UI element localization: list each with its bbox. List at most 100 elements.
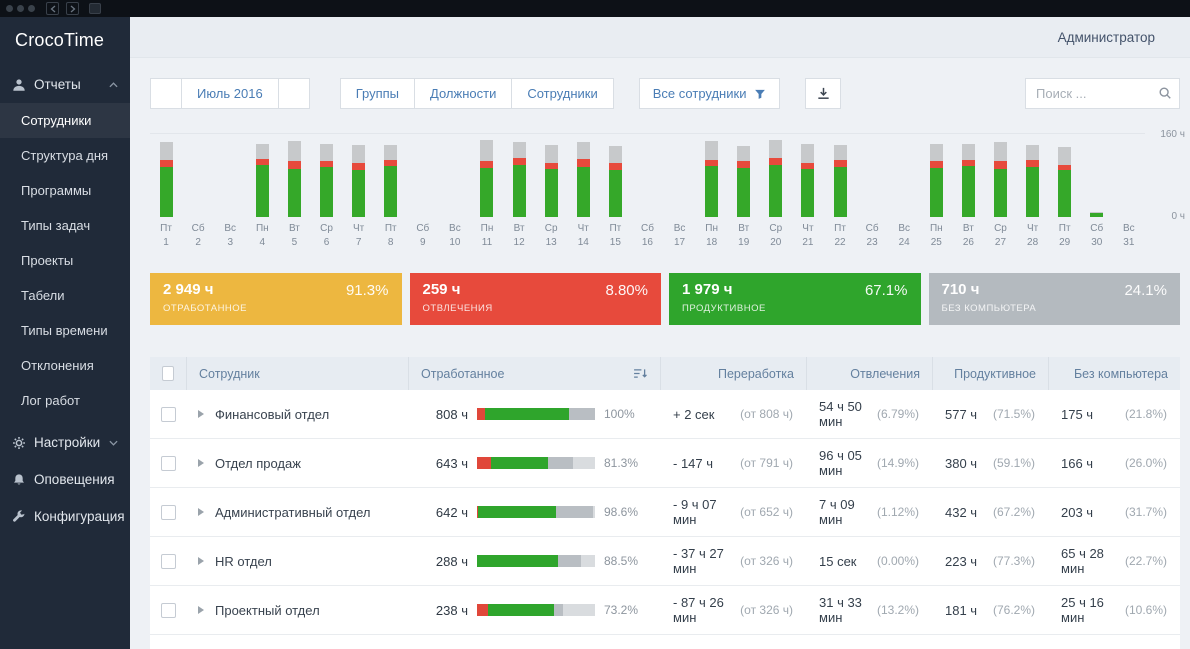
chart-day-column[interactable]: Вт 26 — [952, 133, 984, 249]
sidebar-item[interactable]: Структура дня — [0, 138, 130, 173]
sidebar-item[interactable]: Программы — [0, 173, 130, 208]
worked-cell: 238 ч 73.2% — [408, 603, 660, 618]
stacked-bar — [641, 133, 654, 217]
chart-day-column[interactable]: Вс 24 — [888, 133, 920, 249]
prev-month-button[interactable] — [150, 78, 182, 109]
summary-card[interactable]: 2 949 ч 91.3% ОТРАБОТАННОЕ — [150, 273, 402, 325]
chart-day-column[interactable]: Вт 19 — [728, 133, 760, 249]
sidebar-item[interactable]: Типы задач — [0, 208, 130, 243]
column-header-employee[interactable]: Сотрудник — [186, 357, 408, 390]
chart-day-column[interactable]: Пн 4 — [246, 133, 278, 249]
view-button[interactable]: Сотрудники — [512, 78, 614, 109]
summary-card[interactable]: 259 ч 8.80% ОТВЛЕЧЕНИЯ — [409, 273, 661, 325]
column-header-productive[interactable]: Продуктивное — [932, 357, 1048, 390]
column-label: Переработка — [717, 366, 794, 381]
sidebar-section-settings[interactable]: Настройки — [0, 424, 130, 461]
sidebar-section-reports[interactable]: Отчеты — [0, 66, 130, 103]
row-checkbox[interactable] — [160, 602, 176, 618]
chart-day-column[interactable]: Чт 7 — [343, 133, 375, 249]
chart-day-column[interactable]: Пт 8 — [375, 133, 407, 249]
chart-day-column[interactable]: Сб 30 — [1081, 133, 1113, 249]
row-checkbox[interactable] — [160, 504, 176, 520]
worked-hours: 642 ч — [435, 504, 468, 520]
chart-day-column[interactable]: Пн 18 — [696, 133, 728, 249]
chart-day-column[interactable]: Сб 23 — [856, 133, 888, 249]
table-row[interactable]: Проектный отдел 238 ч 73.2% - 87 ч 26 мин (о… — [150, 586, 1180, 635]
expand-icon[interactable] — [198, 410, 204, 418]
chart-day-column[interactable]: Ср 20 — [760, 133, 792, 249]
row-checkbox-cell — [150, 455, 186, 471]
sidebar-section-notifications[interactable]: Оповещения — [0, 461, 130, 498]
column-header-overtime[interactable]: Переработка — [660, 357, 806, 390]
sidebar-item[interactable]: Проекты — [0, 243, 130, 278]
table-row[interactable]: Отдел продаж 643 ч 81.3% - 147 ч (от 791 ч) 9… — [150, 439, 1180, 488]
employee-filter-dropdown[interactable]: Все сотрудники — [638, 78, 781, 109]
chart-day-column[interactable]: Вс 3 — [214, 133, 246, 249]
view-button[interactable]: Группы — [339, 78, 416, 109]
chart-day-column[interactable]: Чт 21 — [792, 133, 824, 249]
expand-icon[interactable] — [198, 459, 204, 467]
chart-day-column[interactable]: Пт 1 — [150, 133, 182, 249]
chart-day-column[interactable]: Пн 11 — [471, 133, 503, 249]
window-control-icon[interactable] — [6, 5, 13, 12]
row-checkbox[interactable] — [160, 406, 176, 422]
table-row[interactable]: Финансовый отдел 808 ч 100% + 2 сек (от 808 … — [150, 390, 1180, 439]
browser-tab[interactable] — [89, 3, 101, 14]
chart-day-column[interactable]: Пт 22 — [824, 133, 856, 249]
expand-icon[interactable] — [198, 508, 204, 516]
chart-day-column[interactable]: Чт 28 — [1017, 133, 1049, 249]
expand-icon[interactable] — [198, 606, 204, 614]
next-month-button[interactable] — [278, 78, 310, 109]
window-control-icon[interactable] — [28, 5, 35, 12]
chart-day-column[interactable]: Пт 29 — [1049, 133, 1081, 249]
stacked-bar — [833, 133, 847, 217]
chart-day-column[interactable]: Пт 15 — [599, 133, 631, 249]
view-button[interactable]: Должности — [415, 78, 513, 109]
table-row[interactable]: HR отдел 288 ч 88.5% - 37 ч 27 мин (от 326 ч… — [150, 537, 1180, 586]
summary-card[interactable]: 710 ч 24.1% БЕЗ КОМПЬЮТЕРА — [928, 273, 1180, 325]
user-menu[interactable]: Администратор — [1058, 30, 1170, 45]
chart-day-column[interactable]: Вс 10 — [439, 133, 471, 249]
chart-day-column[interactable]: Ср 27 — [984, 133, 1016, 249]
chart-day-column[interactable]: Сб 2 — [182, 133, 214, 249]
sidebar-item[interactable]: Табели — [0, 278, 130, 313]
stacked-bar — [898, 133, 911, 217]
sidebar-item[interactable]: Сотрудники — [0, 103, 130, 138]
expand-icon[interactable] — [198, 557, 204, 565]
chart-day-label: Пн 4 — [255, 223, 269, 248]
sidebar-item[interactable]: Отклонения — [0, 348, 130, 383]
card-label: ОТВЛЕЧЕНИЯ — [422, 303, 493, 314]
sidebar-item[interactable]: Типы времени — [0, 313, 130, 348]
period-label[interactable]: Июль 2016 — [182, 78, 279, 109]
column-header-distractions[interactable]: Отвлечения — [806, 357, 932, 390]
chart-day-column[interactable]: Сб 16 — [631, 133, 663, 249]
sort-icon[interactable] — [633, 368, 648, 379]
chart-day-column[interactable]: Ср 6 — [310, 133, 342, 249]
sidebar-section-configuration[interactable]: Конфигурация — [0, 498, 130, 535]
window-control-icon[interactable] — [17, 5, 24, 12]
column-header-worked[interactable]: Отработанное — [408, 357, 660, 390]
chart-day-column[interactable]: Сб 9 — [407, 133, 439, 249]
chart-day-column[interactable]: Вс 17 — [664, 133, 696, 249]
column-header-no-computer[interactable]: Без компьютера — [1048, 357, 1180, 390]
table-row[interactable]: Административный отдел 642 ч 98.6% - 9 ч 07… — [150, 488, 1180, 537]
nav-back-button[interactable] — [46, 2, 59, 15]
search-input[interactable] — [1025, 78, 1180, 109]
row-checkbox[interactable] — [160, 553, 176, 569]
stacked-bar — [576, 133, 590, 217]
chart-day-column[interactable]: Вс 31 — [1113, 133, 1145, 249]
sidebar-item[interactable]: Лог работ — [0, 383, 130, 418]
row-checkbox[interactable] — [160, 455, 176, 471]
select-all-checkbox[interactable] — [162, 366, 174, 381]
download-button[interactable] — [805, 78, 842, 109]
chart-day-column[interactable]: Ср 13 — [535, 133, 567, 249]
overtime-cell-value: - 9 ч 07 мин — [673, 497, 717, 527]
chart-day-column[interactable]: Пн 25 — [920, 133, 952, 249]
chart-day-column[interactable]: Чт 14 — [567, 133, 599, 249]
chart-day-column[interactable]: Вт 12 — [503, 133, 535, 249]
stacked-bar — [159, 133, 173, 217]
worked-hours: 288 ч — [435, 553, 468, 569]
summary-card[interactable]: 1 979 ч 67.1% ПРОДУКТИВНОЕ — [669, 273, 921, 325]
chart-day-column[interactable]: Вт 5 — [278, 133, 310, 249]
nav-forward-button[interactable] — [66, 2, 79, 15]
